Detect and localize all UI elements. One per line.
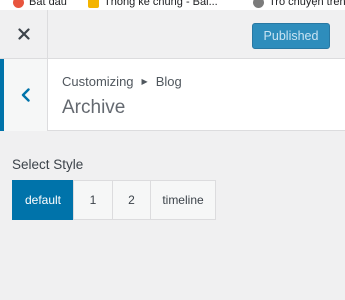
bookmark-label: Bắt đầu [29,0,67,8]
style-option-default[interactable]: default [12,180,74,220]
back-button[interactable] [0,59,48,131]
style-option-2[interactable]: 2 [112,180,151,220]
close-icon [17,28,30,40]
select-style-buttonset: default 1 2 timeline [12,180,216,220]
customizer-header: Published [0,10,345,59]
select-style-label: Select Style [12,157,84,172]
breadcrumb-parent: Customizing [62,74,134,89]
breadcrumb-child: Blog [155,74,182,89]
style-option-1[interactable]: 1 [73,180,113,220]
published-button[interactable]: Published [252,23,330,49]
bookmark-item[interactable]: Thống kê chung - Bài... [88,0,218,9]
chevron-left-icon [21,88,30,102]
folder-icon [88,0,99,8]
firefox-icon [13,0,24,8]
breadcrumb: Customizing ▶ Blog [62,74,182,89]
style-option-timeline[interactable]: timeline [150,180,216,220]
close-button[interactable] [0,10,48,58]
bookmark-label: Trò chuyện trên [269,0,345,8]
page-icon [253,0,264,8]
bookmark-item[interactable]: Trò chuyện trên [253,0,345,9]
bookmark-label: Thống kê chung - Bài... [104,0,218,8]
bookmarks-bar: Bắt đầu Thống kê chung - Bài... Trò chuy… [0,0,345,10]
bookmark-item[interactable]: Bắt đầu [13,0,67,9]
section-title: Customizing ▶ Blog Archive [0,59,345,131]
breadcrumb-separator-icon: ▶ [141,77,148,86]
page-title: Archive [62,97,126,118]
